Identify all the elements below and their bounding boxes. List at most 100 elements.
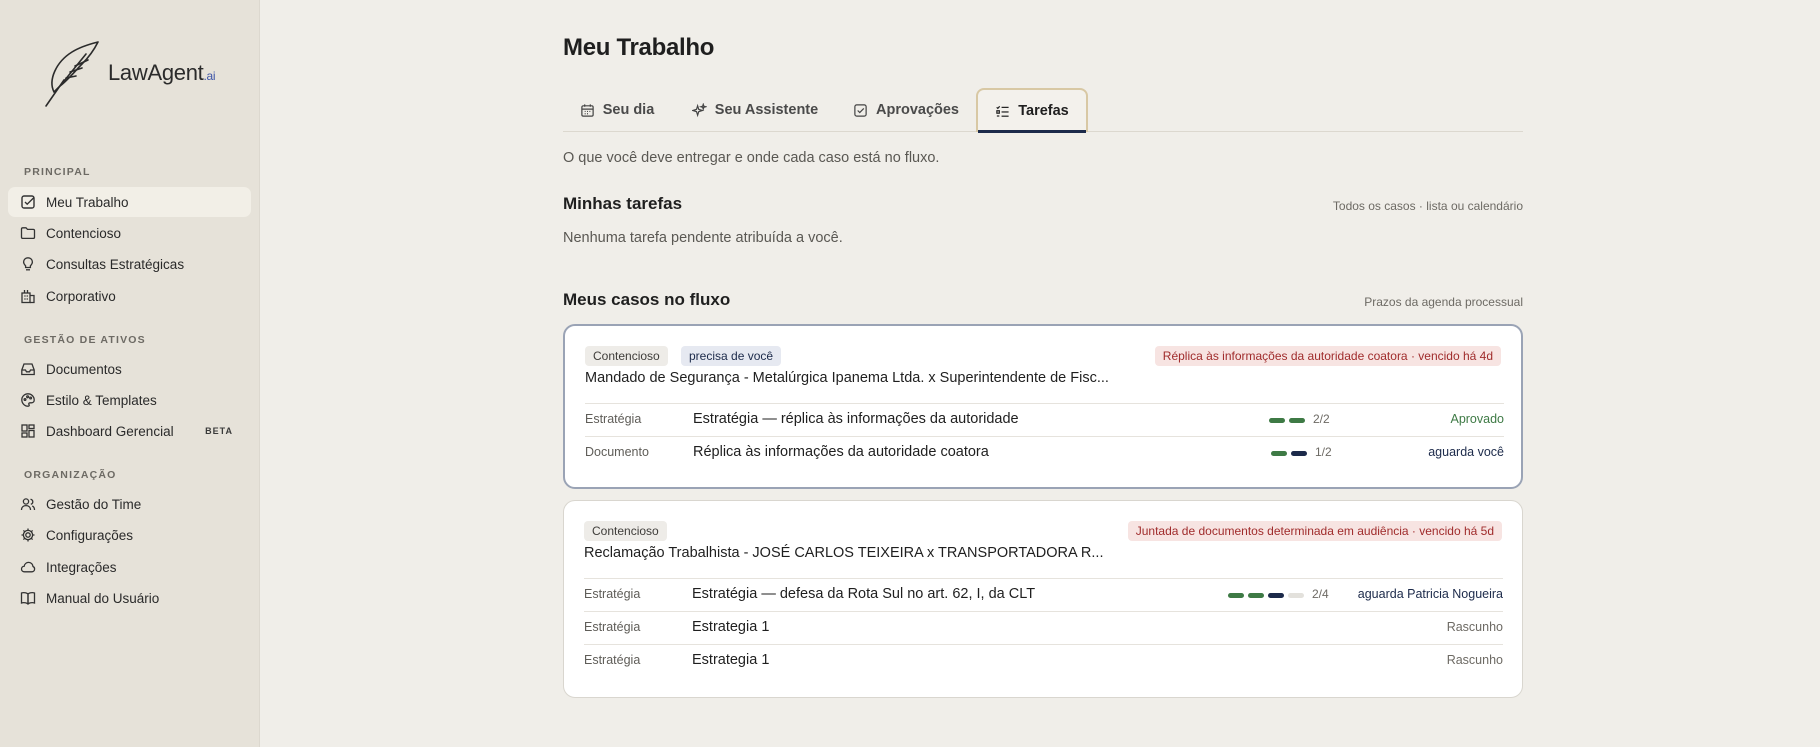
progress-steps — [1228, 593, 1304, 598]
area-tag: Contencioso — [585, 346, 668, 366]
sidebar-item-label: Dashboard Gerencial — [46, 423, 174, 439]
row-type: Estratégia — [584, 653, 641, 667]
users-icon — [20, 496, 36, 512]
sidebar: LawAgent.ai PRINCIPAL Meu Trabalho Conte… — [0, 0, 260, 747]
row-type: Estratégia — [584, 620, 641, 634]
cloud-icon — [20, 559, 36, 575]
inbox-icon — [20, 361, 36, 377]
section-organizacao: ORGANIZAÇÃO — [24, 469, 117, 481]
sidebar-item-documentos[interactable]: Documentos — [8, 354, 251, 384]
checkbox-icon — [20, 194, 36, 210]
sidebar-item-label: Consultas Estratégicas — [46, 256, 185, 272]
sidebar-item-label: Estilo & Templates — [46, 392, 157, 408]
row-name: Estrategia 1 — [692, 652, 770, 668]
tasks-heading: Minhas tarefas — [563, 194, 683, 213]
lightbulb-icon — [20, 256, 36, 272]
workflow-row[interactable]: Estratégia Estrategia 1 Rascunho — [584, 611, 1503, 644]
tab-seu-dia[interactable]: Seu dia — [578, 88, 656, 132]
palette-icon — [20, 392, 36, 408]
case-title[interactable]: Reclamação Trabalhista - JOSÉ CARLOS TEI… — [584, 545, 1103, 561]
sidebar-item-label: Contencioso — [46, 225, 122, 241]
sidebar-item-consultas-estrategicas[interactable]: Consultas Estratégicas — [8, 249, 251, 279]
sidebar-item-estilo-templates[interactable]: Estilo & Templates — [8, 385, 251, 415]
progress-step — [1289, 418, 1305, 423]
progress-steps — [1269, 418, 1305, 423]
sidebar-item-label: Meu Trabalho — [46, 194, 129, 210]
case-card[interactable]: Contencioso precisa de você Réplica às i… — [563, 324, 1523, 489]
page-title: Meu Trabalho — [563, 34, 715, 61]
sidebar-item-label: Configurações — [46, 527, 134, 543]
area-tag: Contencioso — [584, 521, 667, 541]
building-icon — [20, 288, 36, 304]
progress-steps — [1271, 451, 1307, 456]
brand-logo[interactable]: LawAgent.ai — [42, 40, 216, 108]
status-label: Aprovado — [1450, 412, 1504, 426]
section-principal: PRINCIPAL — [24, 166, 91, 178]
tab-label: Seu Assistente — [714, 102, 819, 118]
status-label: Rascunho — [1446, 620, 1503, 634]
sidebar-item-configuracoes[interactable]: Configurações — [8, 520, 251, 550]
tasks-empty-state: Nenhuma tarefa pendente atribuída a você… — [563, 230, 843, 246]
status-label: Rascunho — [1446, 653, 1503, 667]
sparkle-icon — [691, 102, 707, 117]
gear-icon — [20, 527, 36, 543]
row-name: Estrategia 1 — [692, 619, 770, 635]
sidebar-item-manual-do-usuario[interactable]: Manual do Usuário — [8, 583, 251, 613]
workflow-row[interactable]: Estratégia Estratégia — defesa da Rota S… — [584, 578, 1503, 611]
workflow-row[interactable]: Documento Réplica às informações da auto… — [585, 436, 1504, 469]
tab-seu-assistente[interactable]: Seu Assistente — [689, 88, 821, 132]
sidebar-item-label: Gestão do Time — [46, 496, 142, 512]
case-title[interactable]: Mandado de Segurança - Metalúrgica Ipane… — [585, 370, 1109, 386]
row-type: Estratégia — [584, 587, 641, 601]
progress-step — [1288, 593, 1304, 598]
calendar-icon — [580, 103, 594, 117]
deadline-badge: Réplica às informações da autoridade coa… — [1154, 346, 1501, 366]
sidebar-item-meu-trabalho[interactable]: Meu Trabalho — [8, 187, 251, 217]
sidebar-item-label: Integrações — [46, 559, 117, 575]
progress-step — [1269, 418, 1285, 423]
workflow-row[interactable]: Estratégia Estratégia — réplica às infor… — [585, 403, 1504, 436]
brand-name: LawAgent — [108, 60, 204, 85]
row-name: Estratégia — réplica às informações da a… — [693, 411, 1019, 427]
dashboard-icon — [20, 423, 36, 439]
sidebar-item-label: Manual do Usuário — [46, 590, 160, 606]
progress-step — [1268, 593, 1284, 598]
tab-aprovacoes[interactable]: Aprovações — [851, 88, 961, 132]
tab-label: Seu dia — [602, 102, 655, 118]
cases-agenda-link[interactable]: Prazos da agenda processual — [1364, 295, 1523, 309]
row-name: Réplica às informações da autoridade coa… — [693, 444, 989, 460]
row-name: Estratégia — defesa da Rota Sul no art. … — [692, 586, 1036, 602]
book-icon — [20, 590, 36, 606]
sidebar-item-gestao-do-time[interactable]: Gestão do Time — [8, 489, 251, 519]
folder-icon — [20, 225, 36, 241]
sidebar-item-corporativo[interactable]: Corporativo — [8, 281, 251, 311]
tab-label: Aprovações — [875, 102, 959, 118]
progress-step — [1291, 451, 1307, 456]
check-square-icon — [854, 103, 867, 117]
deadline-badge: Juntada de documentos determinada em aud… — [1127, 521, 1502, 541]
progress-step — [1271, 451, 1287, 456]
sidebar-item-label: Corporativo — [46, 288, 116, 304]
row-type: Documento — [585, 445, 649, 459]
progress-step — [1248, 593, 1264, 598]
sidebar-item-contencioso[interactable]: Contencioso — [8, 218, 251, 248]
case-card[interactable]: Contencioso Juntada de documentos determ… — [563, 500, 1523, 698]
tab-label: Tarefas — [1018, 103, 1069, 119]
quill-icon — [45, 41, 99, 107]
brand-suffix: .ai — [203, 69, 216, 83]
status-label: aguarda Patricia Nogueira — [1357, 587, 1503, 601]
cases-heading: Meus casos no fluxo — [563, 290, 731, 309]
progress-step — [1228, 593, 1244, 598]
needs-you-tag: precisa de você — [681, 346, 782, 366]
progress-count: 1/2 — [1315, 445, 1332, 459]
tab-bar: Seu dia Seu Assistente Aprovações Tarefa… — [563, 88, 1523, 133]
task-list-icon — [996, 105, 1009, 117]
sidebar-item-dashboard-gerencial[interactable]: Dashboard Gerencial BETA — [8, 416, 251, 446]
progress-count: 2/4 — [1312, 587, 1329, 601]
sidebar-item-integracoes[interactable]: Integrações — [8, 552, 251, 582]
sidebar-item-label: Documentos — [46, 361, 122, 377]
workflow-row[interactable]: Estratégia Estrategia 1 Rascunho — [584, 644, 1503, 677]
tab-tarefas[interactable]: Tarefas — [976, 88, 1088, 133]
section-gestao-de-ativos: GESTÃO DE ATIVOS — [24, 334, 146, 346]
tasks-view-link[interactable]: Todos os casos · lista ou calendário — [1333, 199, 1523, 213]
